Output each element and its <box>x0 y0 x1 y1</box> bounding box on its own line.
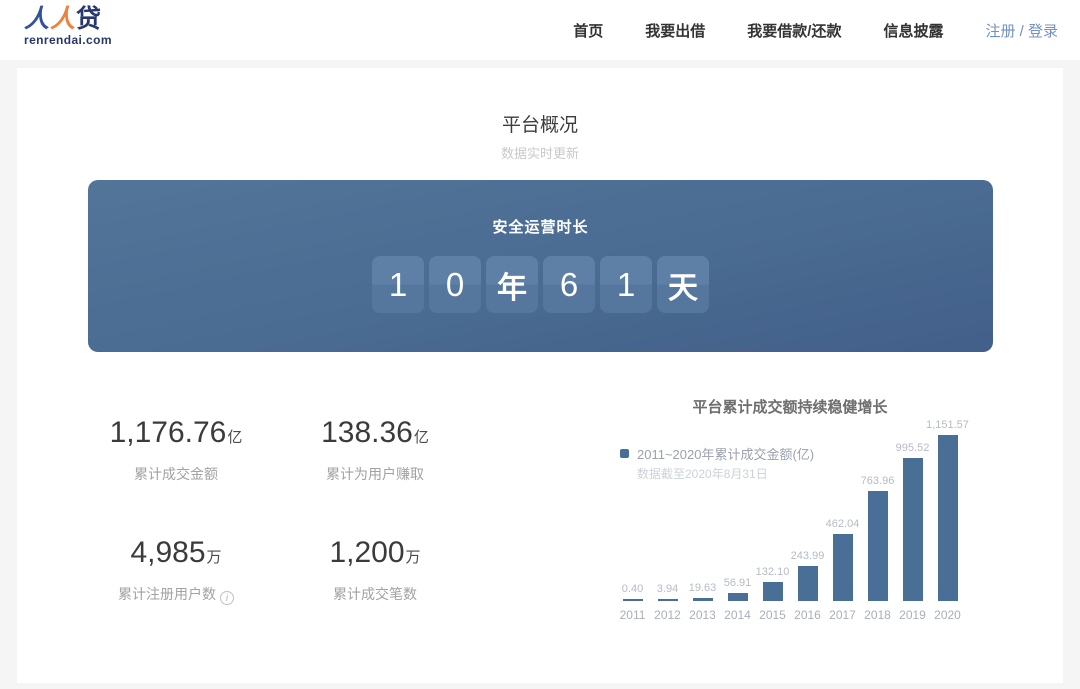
logo-cn-text: 人人贷 <box>24 5 112 33</box>
bar-value-label: 56.91 <box>724 577 752 589</box>
bar <box>658 599 678 602</box>
banner-title: 安全运营时长 <box>88 216 993 237</box>
chart-title: 平台累计成交额持续稳健增长 <box>615 396 965 417</box>
stat-registered-users: 4,985万 累计注册用户数i <box>61 536 291 605</box>
bar-column: 462.04 <box>825 518 860 601</box>
register-login-link[interactable]: 注册 / 登录 <box>985 20 1058 41</box>
bar-column: 1,151.57 <box>930 419 965 601</box>
platform-overview-panel: 平台概况 数据实时更新 安全运营时长 1 0 年 6 1 天 1,176.76亿… <box>17 68 1063 683</box>
stat-value: 138.36亿 <box>260 416 490 455</box>
bar-value-label: 0.40 <box>622 583 643 595</box>
bar-value-label: 995.52 <box>896 442 930 454</box>
bar <box>623 599 643 602</box>
safe-operation-banner: 安全运营时长 1 0 年 6 1 天 <box>88 180 993 352</box>
stat-total-volume: 1,176.76亿 累计成交金额 <box>61 416 291 484</box>
page: 人人贷 renrendai.com 首页 我要出借 我要借款/还款 信息披露 注… <box>0 0 1080 689</box>
legend-marker-icon <box>620 449 629 458</box>
bar-column: 0.40 <box>615 583 650 602</box>
stat-transaction-count: 1,200万 累计成交笔数 <box>260 536 490 604</box>
bar <box>833 534 853 601</box>
flip-tile-digit: 6 <box>543 256 595 313</box>
flip-tile-digit: 1 <box>372 256 424 313</box>
bar-column: 763.96 <box>860 475 895 601</box>
bar-column: 19.63 <box>685 582 720 601</box>
bar-year-label: 2011 <box>615 608 650 622</box>
page-title: 平台概况 <box>17 110 1063 137</box>
bar-value-label: 763.96 <box>861 475 895 487</box>
bar-year-label: 2012 <box>650 608 685 622</box>
bar-year-label: 2018 <box>860 608 895 622</box>
bar-year-label: 2014 <box>720 608 755 622</box>
bar-year-label: 2020 <box>930 608 965 622</box>
page-subtitle: 数据实时更新 <box>17 143 1063 162</box>
renrendai-logo[interactable]: 人人贷 renrendai.com <box>24 5 112 47</box>
flip-tile-day-unit: 天 <box>657 256 709 313</box>
stat-label: 累计注册用户数i <box>61 584 291 605</box>
bar-column: 3.94 <box>650 583 685 602</box>
bar-column: 132.10 <box>755 566 790 601</box>
stat-value: 1,200万 <box>260 536 490 575</box>
nav-item-disclosure[interactable]: 信息披露 <box>883 20 943 41</box>
bar-value-label: 132.10 <box>756 566 790 578</box>
bar-year-label: 2015 <box>755 608 790 622</box>
bar <box>868 491 888 601</box>
bar-year-label: 2016 <box>790 608 825 622</box>
nav-item-lend[interactable]: 我要出借 <box>645 20 705 41</box>
bar-value-label: 19.63 <box>689 582 717 594</box>
flip-clock: 1 0 年 6 1 天 <box>88 256 993 313</box>
flip-tile-digit: 1 <box>600 256 652 313</box>
bar <box>938 435 958 601</box>
bar-value-label: 1,151.57 <box>926 419 969 431</box>
main-nav: 首页 我要出借 我要借款/还款 信息披露 注册 / 登录 <box>573 0 1058 60</box>
bar <box>903 458 923 602</box>
legend-label: 2011~2020年累计成交金额(亿) <box>637 444 814 463</box>
chart-legend: 2011~2020年累计成交金额(亿) <box>620 444 814 463</box>
stat-unit: 万 <box>207 549 222 566</box>
stat-user-earnings: 138.36亿 累计为用户赚取 <box>260 416 490 484</box>
bar <box>763 582 783 601</box>
stat-value: 4,985万 <box>61 536 291 575</box>
flip-tile-digit: 0 <box>429 256 481 313</box>
stat-unit: 万 <box>406 549 421 566</box>
bar-year-label: 2013 <box>685 608 720 622</box>
chart-bars: 0.40 3.94 19.63 56.91 132.10243.99 462.04 763.… <box>615 396 965 601</box>
bar <box>798 566 818 601</box>
bar-value-label: 3.94 <box>657 583 678 595</box>
stat-label: 累计为用户赚取 <box>260 464 490 484</box>
stat-label: 累计成交笔数 <box>260 584 490 604</box>
chart-x-axis: 2011201220132014201520162017201820192020 <box>615 608 965 622</box>
flip-tile-year-unit: 年 <box>486 256 538 313</box>
bar-year-label: 2019 <box>895 608 930 622</box>
cumulative-volume-chart: 0.40 3.94 19.63 56.91 132.10243.99 462.04 763.… <box>615 396 965 646</box>
bar-value-label: 462.04 <box>826 518 860 530</box>
bar-column: 56.91 <box>720 577 755 601</box>
bar <box>693 598 713 601</box>
bar-year-label: 2017 <box>825 608 860 622</box>
top-navbar: 人人贷 renrendai.com 首页 我要出借 我要借款/还款 信息披露 注… <box>0 0 1080 60</box>
nav-item-borrow-repay[interactable]: 我要借款/还款 <box>747 20 841 41</box>
bar-column: 243.99 <box>790 550 825 601</box>
stat-unit: 亿 <box>414 429 429 446</box>
nav-item-home[interactable]: 首页 <box>573 20 603 41</box>
info-icon[interactable]: i <box>220 591 234 605</box>
stat-label: 累计成交金额 <box>61 464 291 484</box>
logo-domain-text: renrendai.com <box>24 33 112 47</box>
stat-value: 1,176.76亿 <box>61 416 291 455</box>
chart-note: 数据截至2020年8月31日 <box>637 465 768 482</box>
bar-column: 995.52 <box>895 442 930 602</box>
stat-unit: 亿 <box>227 429 242 446</box>
bar-value-label: 243.99 <box>791 550 825 562</box>
bar <box>728 593 748 601</box>
